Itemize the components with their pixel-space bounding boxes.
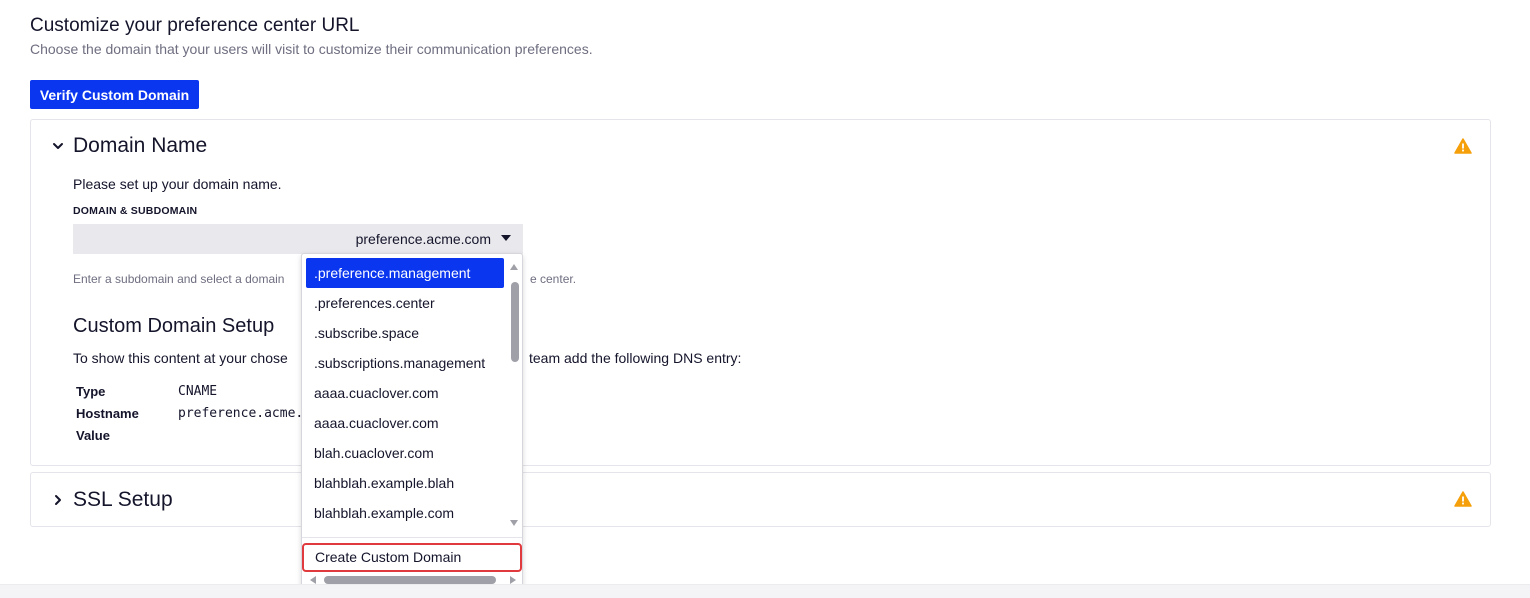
dropdown-divider (302, 537, 522, 538)
domain-name-panel: Domain Name Please set up your domain na… (30, 119, 1491, 466)
domain-option[interactable]: .subscriptions.management (306, 348, 504, 378)
scroll-right-arrow-icon[interactable] (510, 576, 516, 584)
domain-help-text-tail: e center. (530, 272, 577, 286)
domain-help-text: Enter a subdomain and select a domain (73, 272, 285, 286)
warning-icon (1454, 138, 1472, 154)
domain-option[interactable]: blahblah.example.com (306, 498, 504, 528)
dns-type-label: Type (76, 384, 106, 399)
scroll-left-arrow-icon[interactable] (310, 576, 316, 584)
domain-option[interactable]: blahblah.example.blah (306, 468, 504, 498)
domain-option[interactable]: aaaa.cuaclover.com (306, 378, 504, 408)
ssl-setup-panel: SSL Setup (30, 472, 1491, 527)
warning-icon (1454, 491, 1472, 507)
vertical-scroll-thumb[interactable] (511, 282, 519, 362)
domain-select-value: preference.acme.com (355, 231, 491, 247)
verify-custom-domain-button[interactable]: Verify Custom Domain (30, 80, 199, 109)
domain-option[interactable]: .subscribe.space (306, 318, 504, 348)
page-title: Customize your preference center URL (30, 15, 360, 36)
vertical-scrollbar[interactable] (508, 262, 520, 528)
domain-info-text: Please set up your domain name. (73, 176, 282, 192)
custom-domain-setup-description: To show this content at your chose (73, 350, 288, 366)
domain-subdomain-label: DOMAIN & SUBDOMAIN (73, 205, 198, 217)
dns-hostname-label: Hostname (76, 406, 139, 421)
domain-name-title: Domain Name (73, 134, 208, 157)
chevron-down-icon[interactable] (51, 139, 65, 153)
page-subtitle: Choose the domain that your users will v… (30, 41, 593, 57)
domain-option[interactable]: aaaa.cuaclover.com (306, 408, 504, 438)
dns-value-label: Value (76, 428, 110, 443)
scroll-up-arrow-icon[interactable] (510, 264, 518, 270)
ssl-setup-panel-header[interactable]: SSL Setup (31, 473, 1490, 527)
domain-dropdown-menu: .preference.management .preferences.cent… (301, 253, 523, 593)
caret-down-icon (501, 235, 511, 241)
custom-domain-setup-description-tail: team add the following DNS entry: (529, 350, 742, 366)
scroll-down-arrow-icon[interactable] (510, 520, 518, 526)
create-custom-domain-option[interactable]: Create Custom Domain (302, 543, 522, 572)
domain-option[interactable]: blah.cuaclover.com (306, 438, 504, 468)
ssl-setup-title: SSL Setup (73, 488, 173, 511)
domain-name-panel-header[interactable]: Domain Name (31, 120, 1490, 174)
custom-domain-setup-title: Custom Domain Setup (73, 315, 275, 337)
domain-select[interactable]: preference.acme.com (73, 224, 523, 254)
footer-bar (0, 584, 1530, 598)
dns-type-value: CNAME (178, 384, 218, 399)
horizontal-scroll-thumb[interactable] (324, 576, 496, 584)
dns-hostname-value: preference.acme. (178, 406, 304, 421)
chevron-right-icon[interactable] (51, 493, 65, 507)
domain-options-list: .preference.management .preferences.cent… (306, 258, 504, 528)
domain-option[interactable]: .preferences.center (306, 288, 504, 318)
domain-option[interactable]: .preference.management (306, 258, 504, 288)
